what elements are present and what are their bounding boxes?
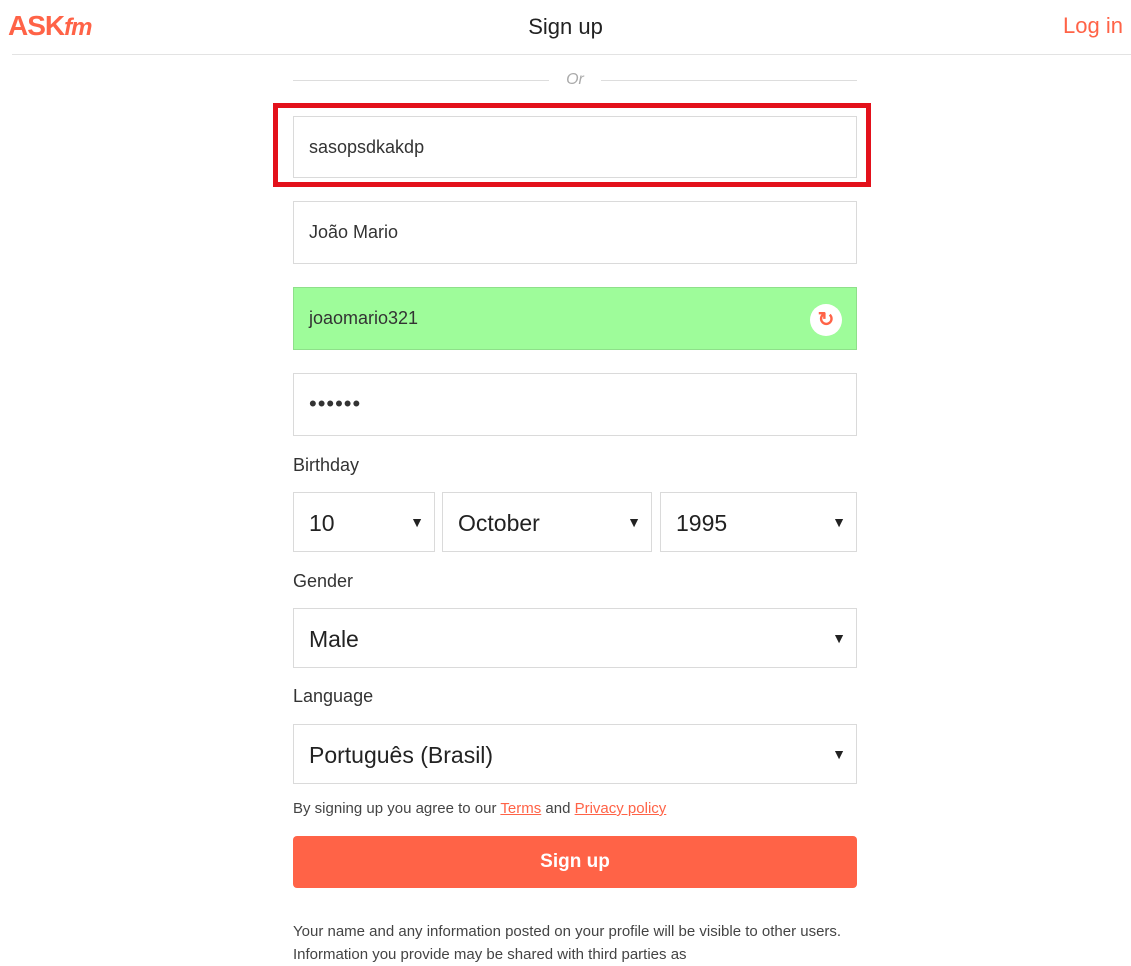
password-field-value: •••••• xyxy=(309,391,362,416)
language-label: Language xyxy=(293,686,374,706)
terms-middle: and xyxy=(541,800,575,817)
caret-down-icon: ▼ xyxy=(410,514,424,530)
gender-value: Male xyxy=(309,626,359,652)
caret-down-icon: ▼ xyxy=(832,514,846,530)
privacy-disclaimer: Your name and any information posted on … xyxy=(293,923,842,963)
caret-down-icon: ▼ xyxy=(832,630,846,646)
gender-label: Gender xyxy=(293,571,354,591)
birthday-day-value: 10 xyxy=(309,510,335,536)
caret-down-icon: ▼ xyxy=(627,514,641,530)
email-field-value: sasopsdkakdp xyxy=(309,137,425,157)
username-field-value: joaomario321 xyxy=(309,308,419,328)
privacy-policy-link[interactable]: Privacy policy xyxy=(575,800,667,817)
header-divider xyxy=(12,54,1131,55)
sign-up-button[interactable]: Sign up xyxy=(293,836,857,888)
page-title: Sign up xyxy=(528,14,603,39)
birthday-year-select[interactable]: 1995 ▼ xyxy=(660,492,857,552)
gender-select[interactable]: Male ▼ xyxy=(293,608,857,668)
terms-link[interactable]: Terms xyxy=(500,800,541,817)
birthday-month-select[interactable]: October ▼ xyxy=(442,492,652,552)
birthday-day-select[interactable]: 10 ▼ xyxy=(293,492,435,552)
birthday-label: Birthday xyxy=(293,455,360,475)
birthday-month-value: October xyxy=(458,510,540,536)
refresh-icon[interactable]: ↻ xyxy=(810,304,842,336)
terms-prefix: By signing up you agree to our xyxy=(293,800,501,817)
name-field[interactable]: João Mario xyxy=(293,201,857,264)
caret-down-icon: ▼ xyxy=(832,746,846,762)
language-select[interactable]: Português (Brasil) ▼ xyxy=(293,724,857,784)
header-bar: ASKfm Sign up Log in xyxy=(0,0,1131,56)
password-field[interactable]: •••••• xyxy=(293,373,857,436)
login-link[interactable]: Log in xyxy=(1063,13,1123,39)
terms-notice: By signing up you agree to our Terms and… xyxy=(293,800,666,817)
or-divider: Or xyxy=(293,70,857,90)
name-field-value: João Mario xyxy=(309,222,399,242)
birthday-year-value: 1995 xyxy=(676,510,728,536)
email-field[interactable]: sasopsdkakdp xyxy=(293,116,857,178)
username-field[interactable]: joaomario321 ↻ xyxy=(293,287,857,350)
language-value: Português (Brasil) xyxy=(309,742,494,768)
